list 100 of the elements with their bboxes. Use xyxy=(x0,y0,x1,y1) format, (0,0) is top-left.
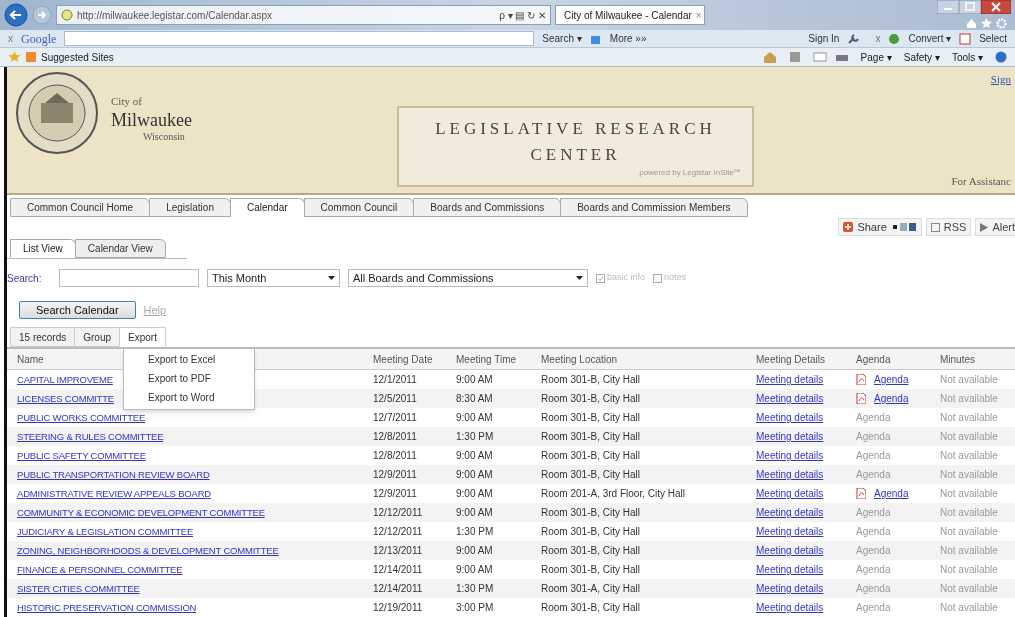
meeting-name-link[interactable]: STEERING & RULES COMMITTEE xyxy=(17,430,164,442)
toolbar-tab[interactable]: Export xyxy=(119,327,166,347)
more-button[interactable]: More »» xyxy=(609,31,647,46)
meeting-name-link[interactable]: PUBLIC TRANSPORTATION REVIEW BOARD xyxy=(17,468,210,480)
agenda-link[interactable]: Agenda xyxy=(874,391,909,406)
search-field[interactable] xyxy=(59,269,199,287)
toolbar-close-button[interactable]: x xyxy=(875,31,881,46)
toolbar-tab[interactable]: 15 records xyxy=(10,327,76,347)
meeting-details-link[interactable]: Meeting details xyxy=(756,374,824,385)
column-header[interactable]: Agenda xyxy=(856,353,891,365)
meeting-name-link[interactable]: COMMUNITY & ECONOMIC DEVELOPMENT COMMITTEE xyxy=(17,506,265,518)
close-icon[interactable] xyxy=(981,0,1011,14)
meeting-name-link[interactable]: HISTORIC PRESERVATION COMMISSION xyxy=(17,601,197,613)
view-tab[interactable]: List View xyxy=(10,239,76,258)
dropdown[interactable]: All Boards and Commissions xyxy=(348,269,588,287)
browser-tab[interactable]: City of Milwaukee - Calendar × xyxy=(555,5,705,25)
suggested-sites-link[interactable]: Suggested Sites xyxy=(41,49,114,65)
table-cell-text: 12/8/2011 xyxy=(372,449,418,463)
meeting-details-link[interactable]: Meeting details xyxy=(756,526,824,537)
home-icon[interactable] xyxy=(762,51,777,63)
meeting-details-link[interactable]: Meeting details xyxy=(756,602,824,613)
state-label: Wisconsin xyxy=(142,131,186,144)
column-header[interactable]: Name xyxy=(17,353,44,365)
dropdown-arrow-icon xyxy=(576,276,583,280)
meeting-details-link[interactable]: Meeting details xyxy=(756,393,824,404)
column-header[interactable]: Meeting Details xyxy=(756,353,825,365)
sign-in-link[interactable]: Sign xyxy=(990,71,1011,88)
search-calendar-button[interactable]: Search Calendar xyxy=(19,301,136,319)
table-cell-text: 12/14/2011 xyxy=(372,582,424,596)
nav-tab[interactable]: Common Council xyxy=(303,198,415,217)
column-header[interactable]: Meeting Location xyxy=(541,353,618,365)
view-tab[interactable]: Calendar View xyxy=(74,239,166,258)
assistance-label: For Assistanc xyxy=(951,173,1011,189)
table-cell-text: Not available xyxy=(939,582,999,596)
meeting-details-link[interactable]: Meeting details xyxy=(756,488,824,499)
column-header[interactable]: Meeting Date xyxy=(373,353,433,365)
column-header[interactable]: Minutes xyxy=(940,353,975,365)
star-icon[interactable] xyxy=(8,51,21,63)
minimize-icon[interactable] xyxy=(937,0,959,14)
settings-icon[interactable] xyxy=(996,18,1007,29)
nav-tab[interactable]: Boards and Commission Members xyxy=(560,198,748,217)
maximize-icon[interactable] xyxy=(959,0,981,14)
dropdown-value: All Boards and Commissions xyxy=(353,270,494,286)
meeting-details-link[interactable]: Meeting details xyxy=(756,507,824,518)
agenda-link[interactable]: Agenda xyxy=(874,372,909,387)
rss-button[interactable]: RSS xyxy=(925,217,972,237)
export-menu-item[interactable]: Export to Word xyxy=(124,390,254,405)
mail-icon[interactable] xyxy=(812,51,827,63)
wrench-icon[interactable] xyxy=(847,32,860,45)
address-tools[interactable]: ρ ▾ ▤ ↻ ✕ xyxy=(499,7,546,23)
nav-tab[interactable]: Calendar xyxy=(229,198,305,217)
star-icon[interactable] xyxy=(981,18,992,29)
meeting-details-link[interactable]: Meeting details xyxy=(756,545,824,556)
convert-button[interactable]: Convert ▾ xyxy=(908,31,952,46)
meeting-name-link[interactable]: FINANCE & PERSONNEL COMMITTEE xyxy=(17,563,183,575)
nav-tab[interactable]: Boards and Commissions xyxy=(413,198,562,217)
google-search-field[interactable] xyxy=(64,31,535,46)
command-menu[interactable]: Tools ▾ xyxy=(951,49,983,65)
command-menu[interactable]: Page ▾ xyxy=(860,49,892,65)
meeting-name-link[interactable]: SISTER CITIES COMMITTEE xyxy=(17,582,140,594)
meeting-name-link[interactable]: LICENSES COMMITTE xyxy=(17,392,114,404)
meeting-details-link[interactable]: Meeting details xyxy=(756,412,824,423)
export-menu-item[interactable]: Export to PDF xyxy=(124,371,254,386)
table-cell-text: 12/9/2011 xyxy=(372,487,418,501)
meeting-name-link[interactable]: PUBLIC SAFETY COMMITTEE xyxy=(17,449,146,461)
share-icon xyxy=(843,222,854,232)
command-menu[interactable]: Safety ▾ xyxy=(903,49,940,65)
alerts-button[interactable]: Alert xyxy=(975,217,1015,237)
tab-close-button[interactable]: × xyxy=(695,7,702,23)
meeting-details-link[interactable]: Meeting details xyxy=(756,431,824,442)
export-menu-item[interactable]: Export to Excel xyxy=(124,352,254,367)
pdf-icon xyxy=(856,374,866,385)
meeting-details-link[interactable]: Meeting details xyxy=(756,583,824,594)
forward-icon[interactable] xyxy=(32,5,52,25)
share-button[interactable]: Share xyxy=(838,217,922,237)
nav-tab[interactable]: Common Council Home xyxy=(10,198,151,217)
toolbar-tab[interactable]: Group xyxy=(74,327,121,347)
meeting-details-link[interactable]: Meeting details xyxy=(756,469,824,480)
meeting-name-link[interactable]: PUBLIC WORKS COMMITTEE xyxy=(17,411,146,423)
table-cell-text: Not available xyxy=(939,373,999,387)
meeting-name-link[interactable]: ADMINISTRATIVE REVIEW APPEALS BOARD xyxy=(17,487,211,499)
table-cell-text: Room 301-B, City Hall xyxy=(540,525,641,539)
address-bar[interactable]: http://milwaukee.legistar.com/Calendar.aspx ρ ▾ ▤ ↻ ✕ xyxy=(56,5,551,25)
meeting-details-link[interactable]: Meeting details xyxy=(756,564,824,575)
meeting-details-link[interactable]: Meeting details xyxy=(756,450,824,461)
meeting-name-link[interactable]: JUDICIARY & LEGISLATION COMMITTEE xyxy=(17,525,194,537)
sign-in-button[interactable]: Sign In xyxy=(808,31,840,46)
table-cell-text: 12/13/2011 xyxy=(372,544,424,558)
meeting-name-link[interactable]: ZONING, NEIGHBORHOODS & DEVELOPMENT COMMITTEE xyxy=(17,544,279,556)
agenda-label: Agenda xyxy=(856,430,891,444)
select-button[interactable]: Select xyxy=(979,31,1007,46)
dropdown[interactable]: This Month xyxy=(207,269,340,287)
toolbar-close-button[interactable]: x xyxy=(8,31,13,46)
search-dropdown-button[interactable]: Search ▾ xyxy=(542,31,582,46)
nav-tab[interactable]: Legislation xyxy=(149,198,231,217)
agenda-link[interactable]: Agenda xyxy=(874,486,909,501)
column-header[interactable]: Meeting Time xyxy=(456,353,517,365)
meeting-name-link[interactable]: CAPITAL IMPROVEME xyxy=(17,373,113,385)
table-cell-text: Room 301-B, City Hall xyxy=(540,544,641,558)
back-icon[interactable] xyxy=(4,3,28,27)
